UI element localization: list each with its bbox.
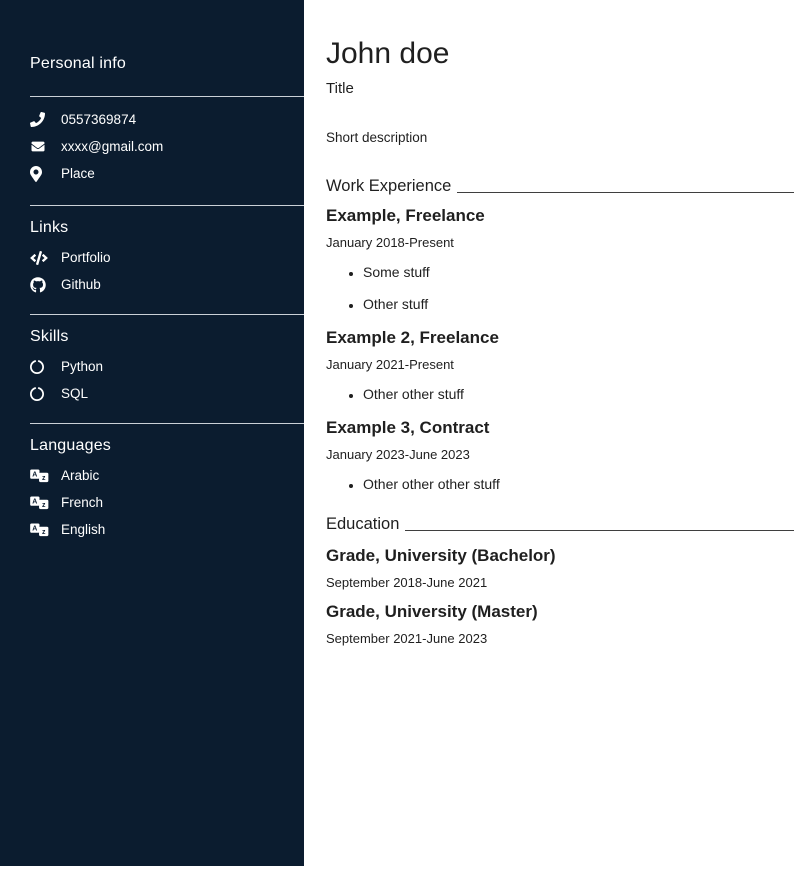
contact-phone: 0557369874 — [30, 106, 304, 133]
bullet-item: Some stuff — [363, 264, 794, 280]
skill-python: Python — [30, 353, 304, 380]
skills-list: Python SQL — [30, 353, 304, 407]
work-entry: Example 3, Contract January 2023-June 20… — [326, 418, 794, 492]
education-heading: Education — [326, 514, 794, 534]
work-entry: Example, Freelance January 2018-Present … — [326, 206, 794, 312]
language-english-label: English — [61, 522, 105, 537]
education-entry-period: September 2021-June 2023 — [326, 631, 794, 646]
contact-email: xxxx@gmail.com — [30, 133, 304, 160]
bullet-item: Other stuff — [363, 296, 794, 312]
link-github[interactable]: Github — [30, 271, 304, 298]
links-heading: Links — [30, 218, 304, 237]
envelope-icon — [30, 140, 49, 153]
language-icon: A z — [30, 469, 49, 483]
languages-heading: Languages — [30, 436, 304, 455]
language-icon: A z — [30, 523, 49, 537]
code-icon — [30, 251, 49, 265]
location-pin-icon — [30, 166, 49, 182]
svg-text:z: z — [42, 529, 46, 536]
svg-text:z: z — [42, 502, 46, 509]
work-entry-period: January 2018-Present — [326, 235, 794, 250]
circle-notch-icon — [30, 360, 49, 374]
personal-info-heading: Personal info — [30, 54, 304, 73]
language-french: A z French — [30, 489, 304, 516]
candidate-title: Title — [326, 80, 794, 98]
work-entry-bullets: Some stuff Other stuff — [326, 264, 794, 312]
email-address: xxxx@gmail.com — [61, 139, 163, 154]
links-list: Portfolio Github — [30, 244, 304, 298]
education-entry-title: Grade, University (Bachelor) — [326, 546, 794, 566]
language-french-label: French — [61, 495, 103, 510]
skill-sql-label: SQL — [61, 386, 88, 401]
sidebar-divider — [30, 96, 304, 97]
github-icon — [30, 277, 49, 293]
work-entry-period: January 2023-June 2023 — [326, 447, 794, 462]
language-arabic: A z Arabic — [30, 462, 304, 489]
education-entry-period: September 2018-June 2021 — [326, 575, 794, 590]
svg-text:A: A — [32, 471, 37, 478]
education-entry: Grade, University (Master) September 202… — [326, 602, 794, 646]
work-entry-title: Example, Freelance — [326, 206, 794, 226]
resume-page: Personal info 0557369874 xxxx@gmail.com … — [0, 0, 794, 869]
work-experience-heading-label: Work Experience — [326, 176, 451, 196]
candidate-name: John doe — [326, 37, 794, 71]
language-english: A z English — [30, 516, 304, 543]
place-label: Place — [61, 166, 95, 181]
skill-python-label: Python — [61, 359, 103, 374]
work-experience-heading: Work Experience — [326, 176, 794, 196]
bullet-item: Other other other stuff — [363, 476, 794, 492]
skills-heading: Skills — [30, 327, 304, 346]
contact-list: 0557369874 xxxx@gmail.com Place — [30, 106, 304, 187]
phone-icon — [30, 112, 49, 127]
language-arabic-label: Arabic — [61, 468, 99, 483]
circle-notch-icon — [30, 387, 49, 401]
education-entry: Grade, University (Bachelor) September 2… — [326, 546, 794, 590]
work-entry-title: Example 2, Freelance — [326, 328, 794, 348]
section-rule — [457, 192, 794, 193]
work-entry-period: January 2021-Present — [326, 357, 794, 372]
bullet-item: Other other stuff — [363, 386, 794, 402]
work-entry: Example 2, Freelance January 2021-Presen… — [326, 328, 794, 402]
sidebar-divider — [30, 205, 304, 206]
main-content: John doe Title Short description Work Ex… — [304, 0, 794, 869]
svg-text:A: A — [32, 498, 37, 505]
link-portfolio[interactable]: Portfolio — [30, 244, 304, 271]
sidebar-divider — [30, 423, 304, 424]
section-rule — [405, 530, 794, 531]
work-entry-bullets: Other other other stuff — [326, 476, 794, 492]
education-heading-label: Education — [326, 514, 399, 534]
contact-place: Place — [30, 160, 304, 187]
education-entry-title: Grade, University (Master) — [326, 602, 794, 622]
language-icon: A z — [30, 496, 49, 510]
work-entry-bullets: Other other stuff — [326, 386, 794, 402]
short-description: Short description — [326, 130, 794, 146]
svg-text:z: z — [42, 475, 46, 482]
portfolio-link-label: Portfolio — [61, 250, 111, 265]
phone-number: 0557369874 — [61, 112, 136, 127]
languages-list: A z Arabic A z French — [30, 462, 304, 543]
skill-sql: SQL — [30, 380, 304, 407]
sidebar-divider — [30, 314, 304, 315]
svg-text:A: A — [32, 525, 37, 532]
sidebar: Personal info 0557369874 xxxx@gmail.com … — [0, 0, 304, 866]
github-link-label: Github — [61, 277, 101, 292]
work-entry-title: Example 3, Contract — [326, 418, 794, 438]
